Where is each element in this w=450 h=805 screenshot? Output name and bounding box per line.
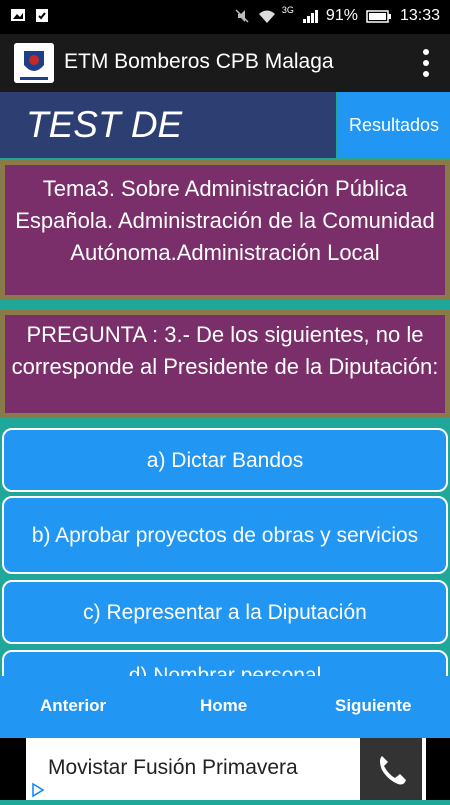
app-title: ETM Bomberos CPB Malaga [64, 50, 334, 73]
app-bar: ETM Bomberos CPB Malaga [0, 34, 450, 92]
ad-content[interactable]: Movistar Fusión Primavera [26, 738, 426, 800]
answer-d-button[interactable]: d) Nombrar personal [2, 650, 448, 676]
phone-icon[interactable] [360, 738, 422, 800]
wifi-icon [258, 8, 275, 24]
clock: 13:33 [399, 7, 440, 24]
battery-percent: 91% [325, 7, 358, 24]
results-button[interactable]: Resultados [338, 92, 450, 158]
status-bar: 3G 91% 13:33 [0, 0, 450, 34]
battery-icon [366, 8, 392, 24]
overflow-menu-icon[interactable] [416, 46, 436, 80]
ad-banner[interactable]: Movistar Fusión Primavera [0, 738, 450, 800]
bottom-navigation: Anterior Home Siguiente [0, 676, 450, 738]
next-button[interactable]: Siguiente [335, 696, 412, 716]
ad-text: Movistar Fusión Primavera [48, 756, 298, 779]
app-logo [14, 43, 54, 83]
topic-card: Tema3. Sobre Administración Pública Espa… [0, 160, 450, 300]
page-title: TEST DE EXAMEN [0, 92, 336, 211]
adchoices-icon[interactable] [30, 782, 46, 798]
network-type: 3G [281, 5, 294, 15]
answer-b-button[interactable]: b) Aprobar proyectos de obras y servicio… [2, 496, 448, 574]
question-card: PREGUNTA : 3.- De los siguientes, no le … [0, 310, 450, 418]
answer-list: a) Dictar Bandos b) Aprobar proyectos de… [0, 420, 450, 676]
exam-header: TEST DE EXAMEN Resultados [0, 92, 450, 211]
answer-a-button[interactable]: a) Dictar Bandos [2, 428, 448, 492]
signal-icon [302, 8, 318, 24]
clipboard-check-icon [34, 7, 50, 23]
previous-button[interactable]: Anterior [40, 696, 106, 716]
answer-c-button[interactable]: c) Representar a la Diputación [2, 580, 448, 644]
image-notification-icon [10, 7, 26, 23]
mute-icon [234, 8, 250, 24]
home-button[interactable]: Home [200, 696, 247, 716]
